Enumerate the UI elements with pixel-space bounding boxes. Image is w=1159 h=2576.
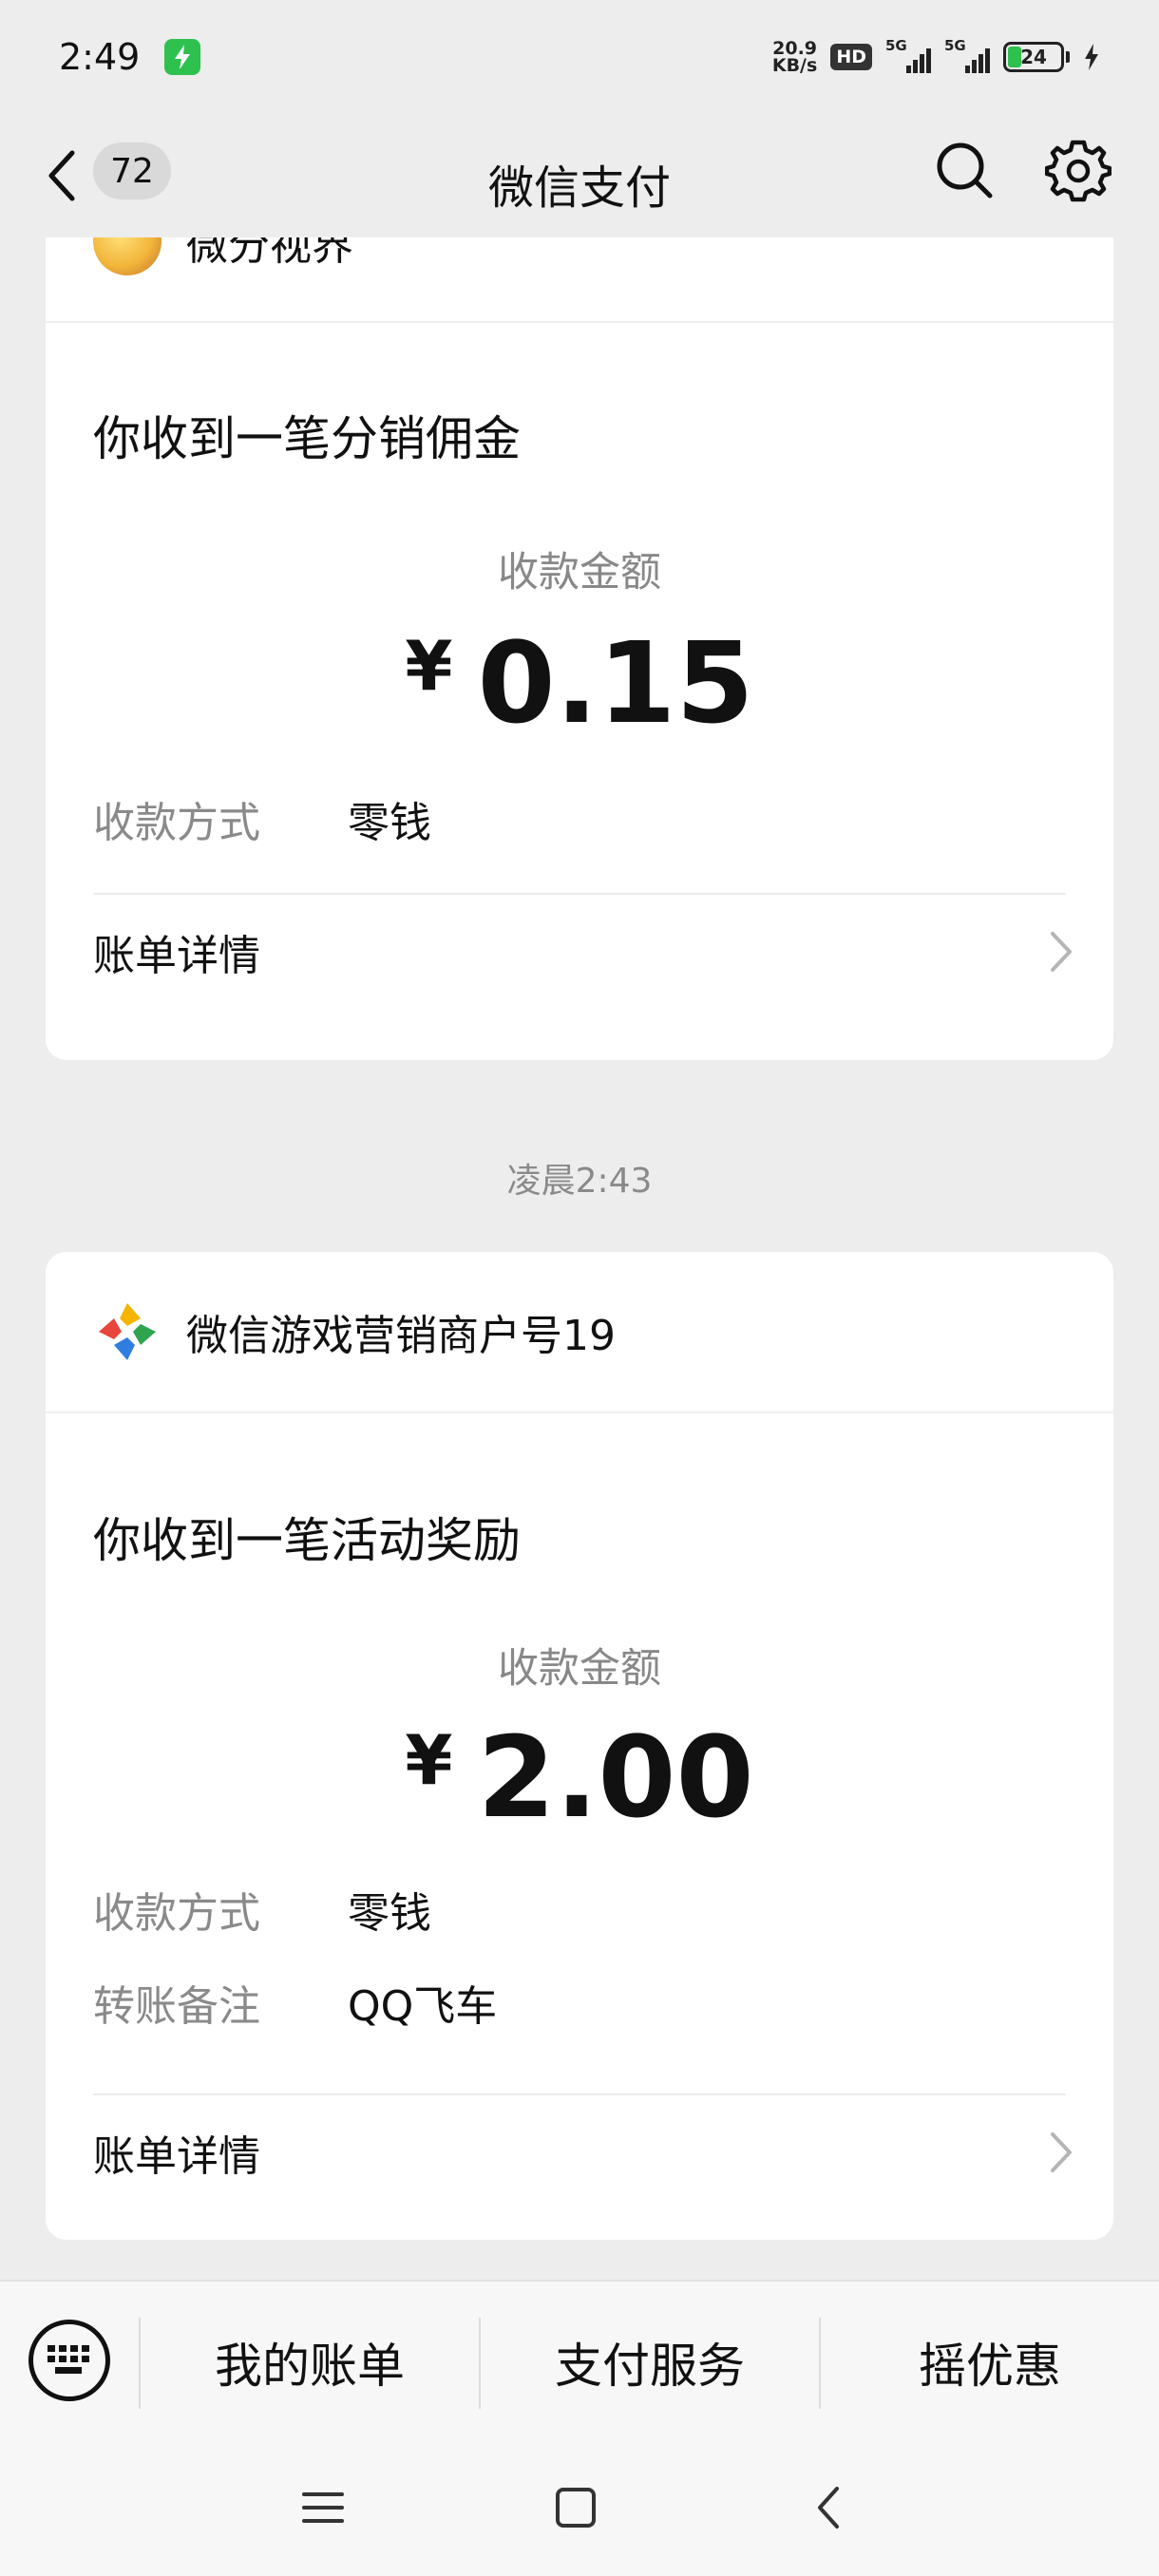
menu-payment-services[interactable]: 支付服务 <box>481 2282 819 2443</box>
menu-shake-offers[interactable]: 摇优惠 <box>821 2282 1159 2443</box>
menu-icon <box>302 2492 344 2523</box>
payment-notice-card[interactable]: 微分视界 你收到一笔分销佣金 收款金额 ¥ 0.15 收款方式 零钱 账单详情 <box>46 237 1113 1060</box>
bill-detail-row[interactable]: 账单详情 <box>93 2095 1075 2209</box>
nav-header: 72 微信支付 <box>0 114 1159 237</box>
amount-value: 0.15 <box>477 617 754 748</box>
amount: ¥ 0.15 <box>46 617 1113 748</box>
keyboard-toggle-button[interactable] <box>28 2320 110 2401</box>
menu-my-bills[interactable]: 我的账单 <box>141 2282 479 2443</box>
home-square-icon <box>556 2488 596 2528</box>
recent-apps-button[interactable] <box>294 2479 352 2536</box>
amount-value: 2.00 <box>477 1712 754 1843</box>
signal-icon-2: 5G <box>944 37 990 73</box>
bottom-menu: 我的账单 支付服务 摇优惠 <box>0 2280 1159 2441</box>
search-button[interactable] <box>931 137 998 203</box>
merchant-header[interactable]: 微信游戏营销商户号19 <box>46 1252 1113 1413</box>
status-indicators: 20.9 KB/s HD 5G 5G 24 <box>771 37 1100 76</box>
amount-label: 收款金额 <box>498 1645 661 1693</box>
chevron-right-icon <box>1051 2132 1072 2172</box>
hd-voice-badge: HD <box>830 44 872 70</box>
info-key: 收款方式 <box>93 1889 260 1938</box>
message-list[interactable]: 微分视界 你收到一笔分销佣金 收款金额 ¥ 0.15 收款方式 零钱 账单详情 … <box>0 237 1159 2280</box>
merchant-name: 微分视界 <box>186 237 353 270</box>
network-speed: 20.9 KB/s <box>771 38 818 76</box>
info-value: 零钱 <box>348 1889 431 1938</box>
charging-app-icon <box>164 39 201 75</box>
search-icon <box>937 142 993 199</box>
status-time: 2:49 <box>59 36 141 78</box>
currency-symbol: ¥ <box>405 1720 453 1800</box>
signal-icon: 5G <box>885 37 931 73</box>
merchant-header[interactable]: 微分视界 <box>46 237 1113 323</box>
amount: ¥ 2.00 <box>46 1712 1113 1843</box>
gear-icon <box>1044 140 1112 202</box>
merchant-name: 微信游戏营销商户号19 <box>186 1312 616 1360</box>
time-separator: 凌晨2:43 <box>506 1162 653 1201</box>
info-row: 收款方式 零钱 <box>93 788 431 849</box>
notice-title: 你收到一笔活动奖励 <box>93 1513 521 1568</box>
payment-notice-card[interactable]: 微信游戏营销商户号19 你收到一笔活动奖励 收款金额 ¥ 2.00 收款方式 零… <box>46 1252 1113 2240</box>
system-nav-bar <box>0 2441 1159 2576</box>
battery-icon: 24 <box>1003 42 1070 72</box>
bill-detail-label: 账单详情 <box>93 2132 260 2181</box>
info-value: QQ飞车 <box>348 1982 498 2031</box>
bill-detail-label: 账单详情 <box>93 932 260 980</box>
merchant-logo-icon <box>99 1303 156 1360</box>
info-key: 转账备注 <box>93 1982 260 2031</box>
home-button[interactable] <box>547 2479 604 2536</box>
info-key: 收款方式 <box>93 799 260 847</box>
info-value: 零钱 <box>348 799 431 847</box>
chevron-right-icon <box>1051 932 1072 972</box>
settings-button[interactable] <box>1044 137 1112 203</box>
info-row: 收款方式 零钱 <box>93 1879 431 1940</box>
chevron-left-icon <box>818 2487 839 2529</box>
amount-label: 收款金额 <box>498 549 661 597</box>
currency-symbol: ¥ <box>405 626 453 706</box>
status-bar: 2:49 20.9 KB/s HD 5G 5G 24 <box>0 0 1159 114</box>
merchant-avatar <box>93 237 162 275</box>
keyboard-icon <box>48 2345 89 2374</box>
bill-detail-row[interactable]: 账单详情 <box>93 895 1075 1009</box>
system-back-button[interactable] <box>800 2479 857 2536</box>
info-row: 转账备注 QQ飞车 <box>93 1972 497 2033</box>
charging-bolt-icon <box>1085 44 1098 70</box>
notice-title: 你收到一笔分销佣金 <box>93 411 521 466</box>
